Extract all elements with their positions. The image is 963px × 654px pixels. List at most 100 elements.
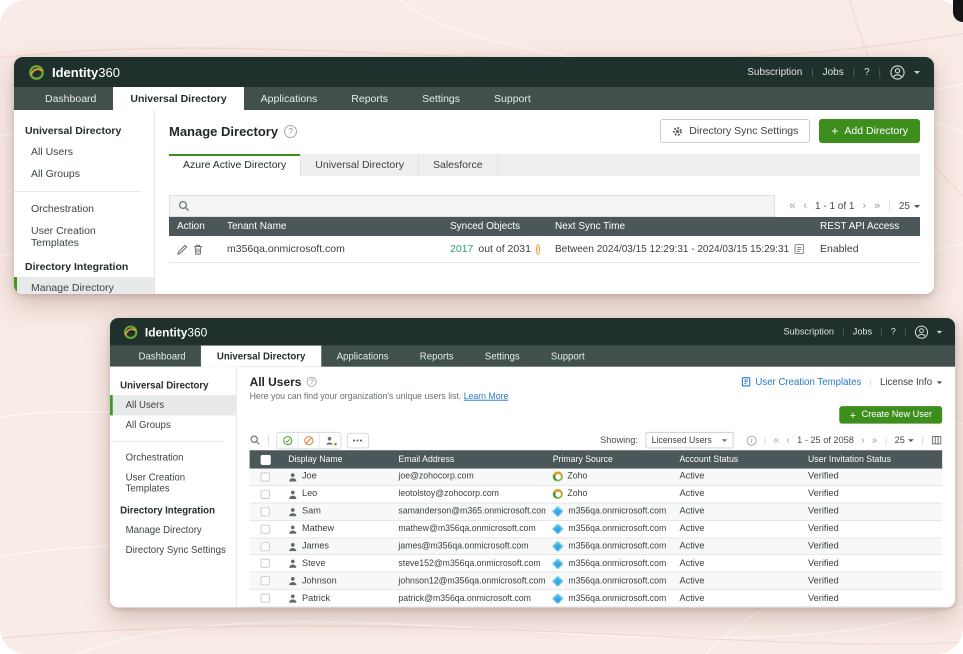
license-info-label: License Info — [880, 376, 932, 387]
directory-tab[interactable]: Salesforce — [419, 154, 498, 176]
disable-users-button[interactable] — [298, 432, 319, 448]
user-row[interactable]: Joe joe@zohocorp.com Zoho Active Verifie… — [250, 469, 943, 486]
row-checkbox[interactable] — [261, 490, 270, 499]
page-size-select[interactable]: 25 — [895, 435, 914, 445]
add-directory-button[interactable]: + Add Directory — [819, 119, 920, 143]
user-row[interactable]: Mathew mathew@m356qa.onmicrosoft.com m35… — [250, 521, 943, 538]
sidebar-item[interactable] — [110, 441, 225, 442]
jobs-link[interactable]: Jobs — [853, 327, 872, 337]
nav-tab[interactable]: Reports — [404, 346, 469, 367]
enable-users-button[interactable] — [277, 432, 298, 448]
source-icon — [552, 576, 564, 586]
row-checkbox[interactable] — [261, 594, 270, 603]
last-page-button[interactable]: » — [872, 435, 878, 446]
nav-tab[interactable]: Applications — [244, 87, 335, 110]
directory-tab[interactable]: Azure Active Directory — [169, 154, 301, 176]
sidebar-item[interactable]: All Users — [110, 395, 236, 415]
last-page-button[interactable]: » — [874, 200, 880, 212]
plus-icon: + — [850, 410, 856, 419]
edit-icon[interactable] — [177, 244, 188, 255]
column-settings-icon[interactable] — [931, 435, 942, 446]
info-icon[interactable]: i — [746, 435, 756, 445]
directory-tab[interactable]: Universal Directory — [301, 154, 419, 176]
more-actions-button[interactable]: ••• — [347, 432, 369, 448]
subscription-link[interactable]: Subscription — [747, 67, 802, 78]
nav-tab[interactable]: Dashboard — [123, 346, 201, 367]
row-checkbox[interactable] — [261, 576, 270, 585]
row-checkbox[interactable] — [261, 524, 270, 533]
next-sync-time: Between 2024/03/15 12:29:31 - 2024/03/15… — [555, 244, 789, 255]
nav-tab[interactable]: Settings — [405, 87, 477, 110]
help-link[interactable]: ? — [891, 327, 896, 337]
subscription-link[interactable]: Subscription — [783, 327, 834, 337]
create-new-user-button[interactable]: + Create New User — [840, 406, 943, 423]
user-row[interactable]: Leo leotolstoy@zohocorp.com Zoho Active … — [250, 486, 943, 503]
warning-icon[interactable]: ! — [536, 244, 540, 255]
row-checkbox[interactable] — [261, 559, 270, 568]
sidebar-item[interactable]: Directory Integration — [14, 254, 154, 277]
page-size-select[interactable]: 25 — [899, 201, 920, 212]
delete-icon[interactable] — [193, 244, 203, 255]
sidebar-item[interactable]: Directory Sync Settings — [110, 540, 236, 560]
next-page-button[interactable]: › — [861, 435, 864, 446]
nav-tab[interactable]: Support — [477, 87, 548, 110]
first-page-button[interactable]: « — [773, 435, 779, 446]
sidebar-item[interactable]: Manage Directory — [110, 520, 236, 540]
nav-tab[interactable]: Dashboard — [28, 87, 113, 110]
sidebar-item[interactable]: Universal Directory — [110, 374, 236, 395]
user-creation-templates-link[interactable]: User Creation Templates — [741, 376, 862, 387]
prev-page-button[interactable]: ‹ — [803, 200, 807, 212]
license-info-dropdown[interactable]: License Info — [880, 376, 942, 387]
sidebar-item[interactable] — [14, 191, 142, 192]
sidebar-item[interactable]: Universal Directory — [14, 118, 154, 141]
nav-tab[interactable]: Applications — [321, 346, 404, 367]
sidebar-item[interactable]: Manage Directory — [14, 277, 154, 294]
help-link[interactable]: ? — [864, 67, 870, 78]
user-row[interactable]: James james@m356qa.onmicrosoft.com m356q… — [250, 538, 943, 555]
jobs-link[interactable]: Jobs — [823, 67, 844, 78]
user-row[interactable]: Steve steve152@m356qa.onmicrosoft.com m3… — [250, 555, 943, 572]
user-row[interactable]: Patrick patrick@m356qa.onmicrosoft.com m… — [250, 590, 943, 607]
sidebar-item[interactable]: All Groups — [14, 163, 154, 185]
synced-count-link[interactable]: 2017 — [450, 243, 473, 255]
display-name-cell: Patrick — [281, 593, 391, 603]
row-checkbox[interactable] — [261, 507, 270, 516]
user-filter-select[interactable]: Licensed Users — [645, 432, 733, 449]
avatar-caret-icon[interactable] — [937, 331, 943, 337]
avatar-icon[interactable] — [915, 325, 929, 339]
avatar-caret-icon[interactable] — [914, 71, 920, 77]
search-icon[interactable] — [250, 435, 261, 446]
user-row[interactable]: Johnson johnson12@m356qa.onmicrosoft.com… — [250, 573, 943, 590]
next-page-button[interactable]: › — [862, 200, 866, 212]
row-checkbox[interactable] — [261, 542, 270, 551]
sidebar-item[interactable]: Orchestration — [110, 448, 236, 468]
column-header-label: Tenant Name — [227, 221, 286, 232]
nav-tab[interactable]: Settings — [469, 346, 535, 367]
nav-tab[interactable]: Reports — [334, 87, 405, 110]
nav-tab[interactable]: Universal Directory — [201, 346, 321, 367]
avatar-icon[interactable] — [890, 65, 905, 80]
nav-tab[interactable]: Support — [535, 346, 600, 367]
learn-more-link[interactable]: Learn More — [464, 391, 509, 401]
sidebar-item[interactable]: All Groups — [110, 415, 236, 435]
row-checkbox[interactable] — [261, 472, 270, 481]
prev-page-button[interactable]: ‹ — [786, 435, 789, 446]
first-page-button[interactable]: « — [789, 200, 795, 212]
search-input[interactable] — [169, 195, 775, 217]
user-row[interactable]: Sam samanderson@m365.onmicrosoft.com m35… — [250, 503, 943, 520]
nav-tab[interactable]: Universal Directory — [113, 87, 243, 110]
delete-users-button[interactable] — [319, 432, 340, 448]
sync-report-icon[interactable] — [794, 243, 805, 255]
sidebar-item[interactable]: User Creation Templates — [110, 468, 236, 499]
sidebar-item[interactable]: All Users — [14, 141, 154, 163]
sidebar-item[interactable]: Orchestration — [14, 198, 154, 220]
help-icon[interactable]: ? — [284, 125, 297, 138]
primary-source: m356qa.onmicrosoft.com — [568, 576, 666, 586]
directory-sync-settings-button[interactable]: Directory Sync Settings — [660, 119, 810, 143]
help-icon[interactable]: ? — [307, 377, 317, 387]
sidebar-item[interactable]: User Creation Templates — [14, 220, 154, 254]
select-all-checkbox[interactable] — [260, 454, 270, 464]
row-select-cell — [250, 559, 281, 568]
sidebar-item[interactable]: Directory Integration — [110, 499, 236, 520]
chevron-down-icon — [914, 205, 920, 211]
